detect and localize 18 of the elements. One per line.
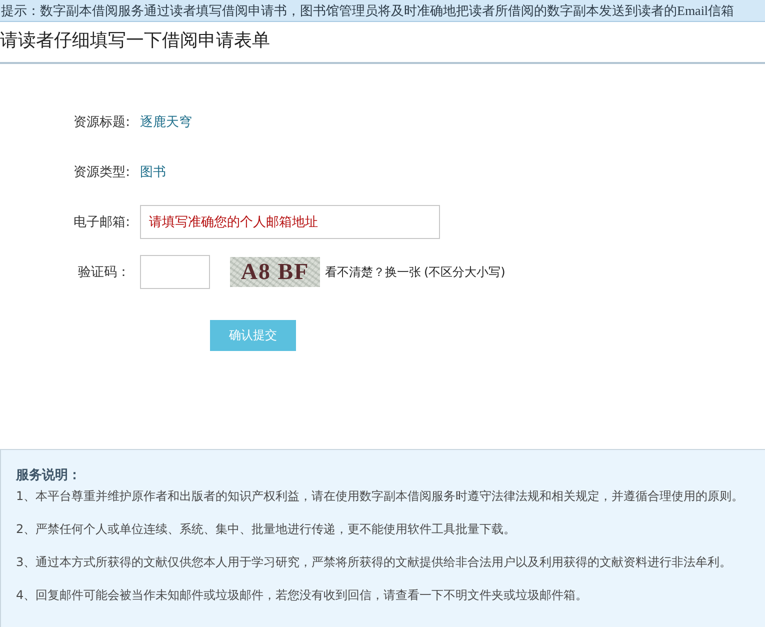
field-label: 资源类型: [72, 164, 130, 181]
field-value: 图书 [140, 164, 166, 181]
captcha-image: A8 BF [230, 257, 320, 287]
page-title: 请读者仔细填写一下借阅申请表单 [0, 29, 270, 52]
case-hint: (不区分大小写) [424, 264, 506, 280]
email-input[interactable]: 请填写准确您的个人邮箱地址 [140, 205, 440, 239]
field-value: 逐鹿天穹 [140, 114, 192, 131]
notice-text: 提示：数字副本借阅服务通过读者填写借阅申请书，图书馆管理员将及时准确地把读者所借阅的数字副本发送到读者的Email信箱 [1, 2, 734, 20]
note-item: 3、通过本方式所获得的文献仅供您本人用于学习研究，严禁将所获得的文献提供给非合法用户以及利用获得的文献资料进行非法牟利。 [16, 554, 732, 571]
refresh-captcha-link[interactable]: 看不清楚？换一张 [325, 264, 421, 280]
note-item: 1、本平台尊重并维护原作者和出版者的知识产权利益，请在使用数字副本借阅服务时遵守法律法规和相关规定，并遵循合理使用的原则。 [16, 488, 744, 505]
note-item: 2、严禁任何个人或单位连续、系统、集中、批量地进行传递，更不能使用软件工具批量下载。 [16, 521, 516, 538]
field-label: 验证码： [77, 264, 130, 281]
captcha-input[interactable] [140, 255, 210, 289]
field-label: 电子邮箱: [72, 214, 130, 231]
field-label: 资源标题: [72, 114, 130, 131]
notes-title: 服务说明： [16, 467, 81, 485]
note-item: 4、回复邮件可能会被当作未知邮件或垃圾邮件，若您没有收到回信，请查看一下不明文件夹或垃圾邮件箱。 [16, 587, 588, 604]
